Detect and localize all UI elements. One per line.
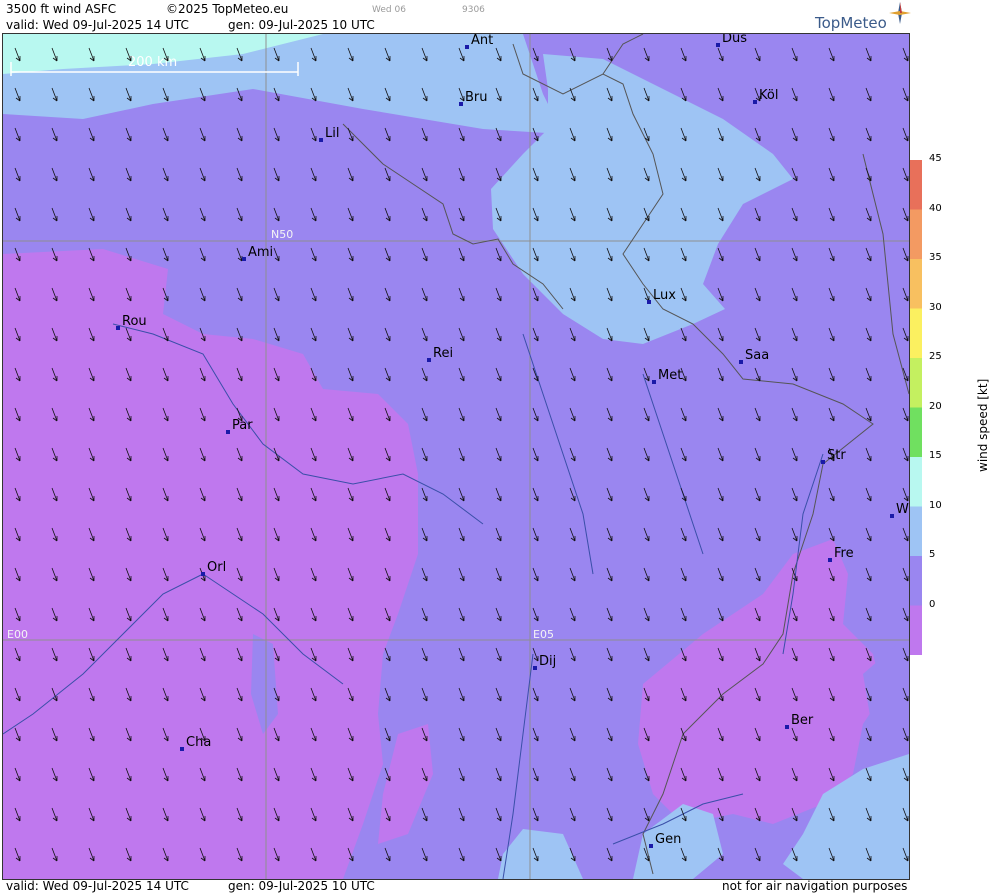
legend-tick-label: 15 (929, 450, 942, 461)
city-marker (652, 380, 656, 384)
city-label: Saa (745, 348, 769, 363)
legend-swatch (910, 259, 922, 309)
city-label: Str (827, 448, 846, 463)
legend-tick-label: 45 (929, 153, 942, 164)
legend-swatch (910, 407, 922, 458)
city-marker (753, 100, 757, 104)
legend-swatch (910, 308, 922, 359)
legend-colorbar (910, 160, 922, 655)
city-marker (785, 725, 789, 729)
city-label: Düs (722, 34, 747, 46)
legend-tick-label: 40 (929, 202, 942, 214)
city-marker (226, 430, 230, 434)
city-marker (459, 102, 463, 106)
legend-tick-label: 25 (929, 351, 942, 362)
city-label: Met (658, 368, 682, 383)
lon-label-e00: E00 (7, 628, 28, 641)
generated-time: gen: 09-Jul-2025 10 UTC (228, 18, 375, 32)
city-marker (533, 666, 537, 670)
wind-map[interactable]: N50 E00 E05 200 km Ant Düs Bru Köl Lil A… (2, 33, 910, 880)
city-label: Ber (791, 713, 814, 728)
day-tab[interactable]: Wed 06 (372, 5, 406, 15)
city-marker (116, 326, 120, 330)
footer-valid-time: valid: Wed 09-Jul-2025 14 UTC (6, 879, 189, 893)
map-code: 9306 (462, 5, 485, 15)
city-label: W (896, 502, 909, 517)
city-label: Dij (539, 654, 556, 669)
city-marker (649, 844, 653, 848)
legend-tick-label: 10 (929, 499, 942, 511)
city-label: Rei (433, 346, 453, 361)
city-label: Köl (759, 88, 778, 103)
wind-map-canvas: N50 E00 E05 200 km Ant DüsBru KölLilAmiL… (3, 34, 909, 879)
city-marker (821, 460, 825, 464)
city-label: Fre (834, 546, 854, 561)
copyright: ©2025 TopMeteo.eu (166, 2, 289, 16)
city-marker (427, 358, 431, 362)
footer-disclaimer: not for air navigation purposes (722, 879, 908, 893)
city-marker (319, 138, 323, 142)
legend-swatch (910, 358, 922, 408)
city-marker (739, 360, 743, 364)
compass-icon (889, 2, 911, 24)
city-marker (716, 43, 720, 47)
city-label: Orl (207, 560, 226, 575)
map-title: 3500 ft wind ASFC (6, 2, 117, 16)
legend-swatch (910, 605, 922, 655)
city-marker (180, 747, 184, 751)
city-marker (465, 45, 469, 49)
city-marker (201, 572, 205, 576)
scale-bar-label: 200 km (128, 55, 177, 70)
legend-tick-label: 0 (929, 598, 936, 610)
footer-generated-time: gen: 09-Jul-2025 10 UTC (228, 879, 375, 893)
legend-tick-label: 20 (929, 400, 942, 412)
city-label: Lux (653, 288, 676, 303)
city-label: Gen (655, 832, 681, 847)
city-label: Lil (325, 126, 339, 141)
legend-swatch (910, 209, 922, 260)
topmeteo-logo[interactable]: TopMeteo (815, 2, 911, 32)
lat-label-n50: N50 (271, 228, 293, 241)
legend-tick-label: 35 (929, 252, 942, 263)
city-marker (647, 300, 651, 304)
legend-swatch (910, 556, 922, 606)
legend-tick-label: 30 (929, 301, 942, 313)
legend-swatch (910, 457, 922, 507)
city-label: Cha (186, 735, 211, 750)
city-marker (828, 558, 832, 562)
city-label: Par (232, 418, 253, 433)
legend-tick-label: 5 (929, 549, 936, 560)
legend-title: wind speed [kt] (976, 378, 990, 472)
city-marker (242, 257, 246, 261)
legend-swatch (910, 160, 922, 210)
logo-text: TopMeteo (815, 14, 887, 32)
valid-time: valid: Wed 09-Jul-2025 14 UTC (6, 18, 189, 32)
city-marker (890, 514, 894, 518)
lon-label-e05: E05 (533, 628, 554, 641)
city-label: Ami (248, 245, 273, 260)
city-label: Ant (471, 34, 493, 48)
city-label: Bru (465, 90, 488, 105)
city-label: Rou (122, 314, 147, 329)
legend-swatch (910, 506, 922, 557)
